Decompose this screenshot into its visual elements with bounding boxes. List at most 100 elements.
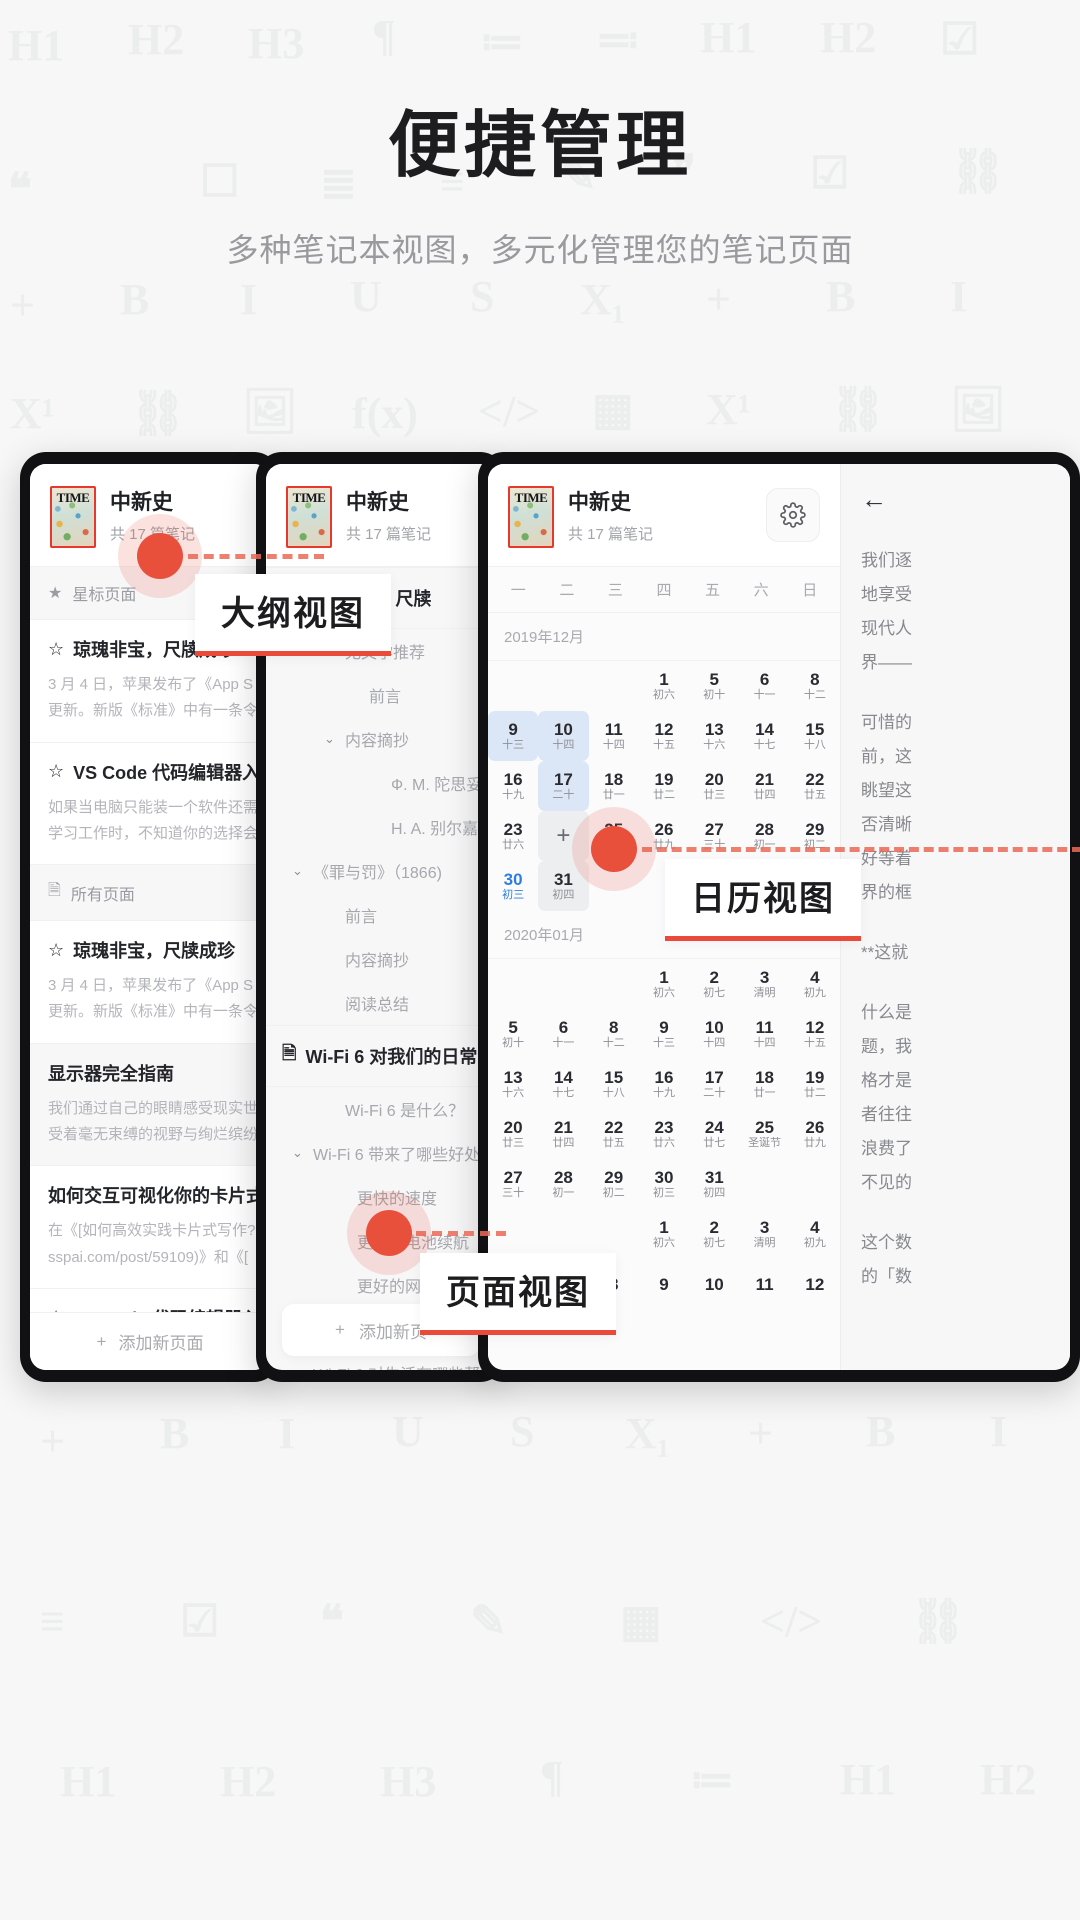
calendar-day-cell[interactable]: 1 初六 [639,661,689,711]
calendar-day-cell[interactable]: 15 十八 [589,1059,639,1109]
chevron-down-icon[interactable]: ⌄ [292,1145,306,1161]
calendar-lunar-label: 十四 [602,739,625,751]
calendar-day-cell[interactable]: 17 二十 [538,761,589,811]
calendar-day-cell[interactable]: 23 廿六 [639,1109,689,1159]
calendar-day-cell[interactable]: 16 十九 [488,761,538,811]
calendar-day-cell[interactable]: 28 初一 [538,1159,588,1209]
calendar-lunar-label: 廿五 [803,789,826,801]
star-outline-icon[interactable]: ☆ [48,940,64,961]
calendar-lunar-label: 廿九 [803,1137,826,1149]
calendar-day-cell[interactable]: 3 清明 [739,959,789,1009]
calendar-lunar-label: 初九 [803,987,826,999]
calendar-day-cell[interactable]: 9 [639,1259,689,1309]
calendar-day-cell[interactable]: 1 初六 [639,1209,689,1259]
calendar-day-cell[interactable]: 27 三十 [689,811,739,861]
add-new-page-button[interactable]: + 添加新页面 [30,1312,270,1370]
calendar-day-cell[interactable]: 10 十四 [538,711,589,761]
calendar-day-number: 22 [604,1118,624,1137]
page-title-row: ☆ VS Code 代码编辑器入 [48,759,260,785]
calendar-day-cell[interactable]: 4 初九 [790,1209,840,1259]
list-item[interactable]: 如何交互可视化你的卡片式 在《[如何高效实践卡片式写作? sspai.com/p… [30,1166,270,1289]
calendar-day-cell[interactable]: 26 廿九 [790,1109,840,1159]
calendar-day-cell[interactable]: 1 初六 [639,959,689,1009]
calendar-day-cell[interactable]: 9 十三 [639,1009,689,1059]
calendar-day-cell[interactable]: 19 廿二 [790,1059,840,1109]
outline-item[interactable]: Wi-Fi 6 是什么？ [266,1087,496,1131]
calendar-day-cell[interactable]: 17 二十 [689,1059,739,1109]
calendar-blank-cell [538,959,588,1009]
calendar-day-cell[interactable]: 11 十四 [739,1009,789,1059]
calendar-day-cell[interactable]: 12 十五 [639,711,689,761]
calendar-day-cell[interactable]: 13 十六 [488,1059,538,1109]
calendar-day-cell[interactable]: 20 廿三 [689,761,739,811]
calendar-day-cell[interactable]: 28 初一 [739,811,789,861]
calendar-day-cell[interactable]: 22 廿五 [790,761,840,811]
star-outline-icon[interactable]: ☆ [48,639,64,660]
calendar-day-cell[interactable]: 4 初九 [790,959,840,1009]
outline-item[interactable]: ⌄ 内容摘抄 [266,717,496,761]
outline-item[interactable]: 阅读总结 [266,981,496,1025]
calendar-day-cell[interactable]: 22 廿五 [589,1109,639,1159]
outline-item[interactable]: 内容摘抄 [266,937,496,981]
calendar-day-cell[interactable]: 2 初七 [689,1209,739,1259]
calendar-day-cell[interactable]: 6 十一 [739,661,789,711]
calendar-day-cell[interactable]: 19 廿二 [639,761,689,811]
star-outline-icon[interactable]: ☆ [48,761,64,782]
calendar-day-cell[interactable]: 14 十七 [739,711,789,761]
outline-item[interactable]: Ф. M. 陀思妥耶夫斯 [266,761,496,805]
calendar-day-cell[interactable]: 6 十一 [538,1009,588,1059]
calendar-day-cell[interactable]: 5 初十 [488,1009,538,1059]
settings-button[interactable] [766,488,820,542]
list-item[interactable]: ☆ 琼瑰非宝，尺牍成珍 3 月 4 日，苹果发布了《App S 更新。新版《标准… [30,921,270,1044]
outline-item[interactable]: H. A. 别尔嘉耶夫 [266,805,496,849]
chevron-down-icon[interactable]: ⌄ [292,1365,306,1370]
outline-item[interactable]: 前言 [266,673,496,717]
calendar-day-cell[interactable]: 29 初二 [790,811,840,861]
calendar-day-cell[interactable]: 5 初十 [689,661,739,711]
calendar-day-cell[interactable]: 23 廿六 [488,811,538,861]
list-item[interactable]: 显示器完全指南 我们通过自己的眼睛感受现实世 受着毫无束缚的视野与绚烂缤纷 [30,1043,270,1167]
chevron-down-icon[interactable]: ⌄ [292,863,306,879]
reader-line: 界的框 [861,883,912,902]
outline-item[interactable]: 前言 [266,893,496,937]
calendar-day-cell[interactable]: 30 初三 [639,1159,689,1209]
calendar-day-cell[interactable]: 15 十八 [790,711,840,761]
calendar-day-cell[interactable]: 21 廿四 [538,1109,588,1159]
calendar-day-number: 17 [553,770,573,789]
calendar-day-cell[interactable]: 8 十二 [790,661,840,711]
calendar-day-cell[interactable]: 29 初二 [589,1159,639,1209]
chevron-down-icon[interactable]: ⌄ [324,731,338,747]
list-item[interactable]: ☆ VS Code 代码编辑器入 如果当电脑只能装一个软件还需 学习工作时，不知… [30,742,270,866]
calendar-day-cell[interactable]: 25 圣诞节 [739,1109,789,1159]
calendar-day-cell[interactable]: 20 廿三 [488,1109,538,1159]
calendar-day-cell[interactable]: 8 十二 [589,1009,639,1059]
calendar-day-cell[interactable]: 3 清明 [739,1209,789,1259]
calendar-day-cell[interactable]: 13 十六 [689,711,739,761]
calendar-day-cell[interactable]: 9 十三 [488,711,539,761]
calendar-day-cell[interactable]: 10 [689,1259,739,1309]
calendar-day-cell[interactable]: 12 十五 [790,1009,840,1059]
outline-doc-header[interactable]: 🗎 Wi-Fi 6 对我们的日常生 [266,1025,496,1087]
calendar-day-cell[interactable]: 31 初四 [689,1159,739,1209]
outline-item[interactable]: ⌄ 《罪与罚》（1866) [266,849,496,893]
back-arrow-icon[interactable]: ← [841,464,1070,518]
calendar-day-cell[interactable]: 11 十四 [589,711,639,761]
outline-item[interactable]: ⌄ Wi-Fi 6 带来了哪些好处 [266,1131,496,1175]
watermark-glyph: I [990,1407,1008,1456]
calendar-lunar-label: 清明 [753,1237,776,1249]
calendar-day-cell[interactable]: 18 廿一 [739,1059,789,1109]
calendar-day-cell[interactable]: 2 初七 [689,959,739,1009]
calendar-day-cell[interactable]: 10 十四 [689,1009,739,1059]
calendar-day-cell[interactable]: 18 廿一 [589,761,639,811]
calendar-day-cell[interactable]: 12 [790,1259,840,1309]
page-excerpt-line: 3 月 4 日，苹果发布了《App S [48,977,254,995]
calendar-day-number: 27 [503,1168,523,1187]
calendar-day-cell[interactable]: 11 [739,1259,789,1309]
calendar-day-cell[interactable]: 24 廿七 [689,1109,739,1159]
calendar-day-cell[interactable]: 30 初三 [488,861,538,911]
calendar-day-cell[interactable]: 14 十七 [538,1059,588,1109]
calendar-day-cell[interactable]: 21 廿四 [739,761,789,811]
page-title: 便捷管理 [387,106,692,186]
calendar-day-cell[interactable]: 16 十九 [639,1059,689,1109]
calendar-day-cell[interactable]: 27 三十 [488,1159,538,1209]
